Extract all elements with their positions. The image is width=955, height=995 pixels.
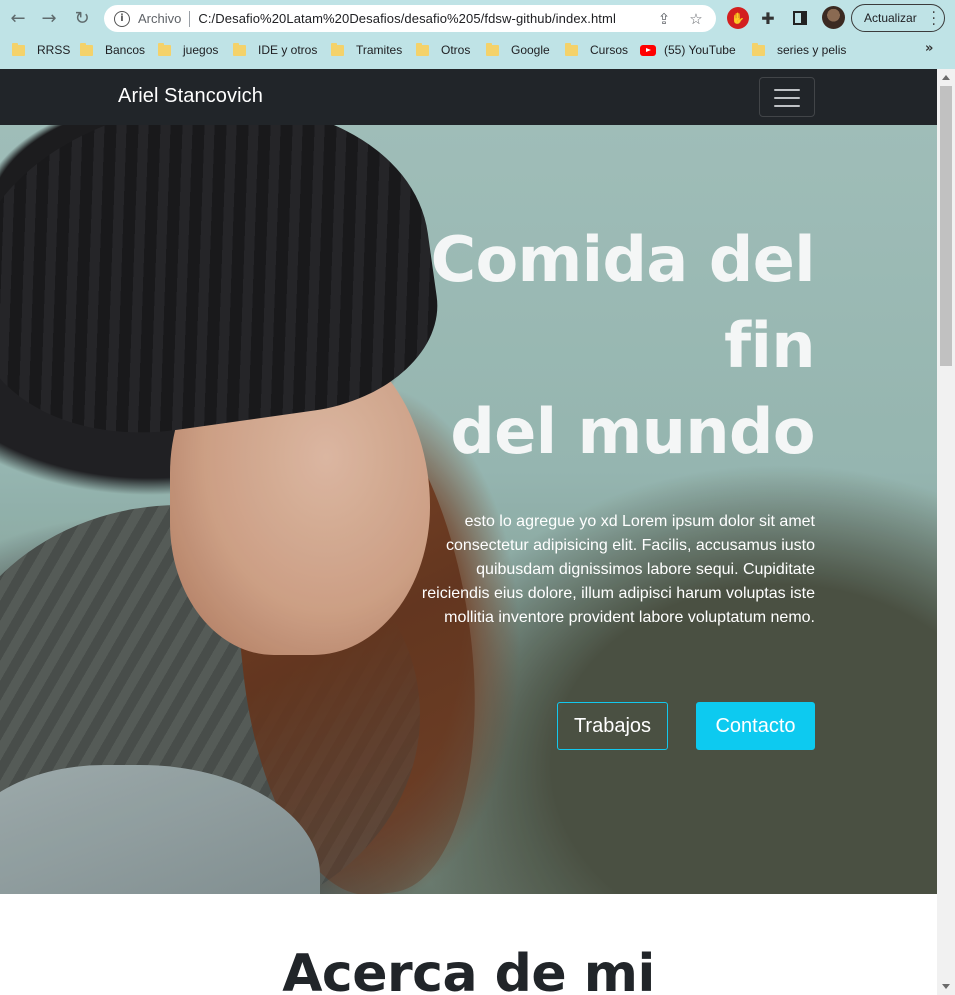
address-url[interactable]: C:/Desafio%20Latam%20Desafios/desafio%20… — [198, 11, 616, 26]
hero-title-line: fin — [724, 309, 815, 382]
update-button[interactable]: Actualizar · · · — [851, 4, 945, 32]
folder-icon — [233, 42, 246, 56]
navbar-brand[interactable]: Ariel Stancovich — [118, 85, 263, 108]
bookmark-label: Otros — [441, 43, 471, 57]
hero-title-line: Comida del — [430, 223, 816, 296]
kebab-menu-icon[interactable]: · · · — [932, 6, 936, 32]
bookmark-youtube[interactable]: (55) YouTube — [640, 41, 736, 59]
scrollbar-thumb[interactable] — [940, 86, 952, 366]
bookmark-ide[interactable]: IDE y otros — [233, 41, 317, 59]
side-panel-icon[interactable] — [789, 7, 811, 29]
bookmark-label: Tramites — [356, 43, 403, 57]
folder-icon — [331, 42, 344, 56]
reload-icon[interactable]: ↻ — [71, 7, 93, 29]
address-separator — [189, 10, 191, 27]
folder-icon — [80, 42, 93, 56]
bookmark-bancos[interactable]: Bancos — [80, 41, 145, 59]
info-icon[interactable]: i — [114, 10, 130, 27]
hero-title: Comida del fin del mundo — [380, 217, 816, 475]
bookmark-label: IDE y otros — [258, 43, 318, 57]
bookmark-google[interactable]: Google — [486, 41, 550, 59]
bookmark-rrss[interactable]: RRSS — [12, 41, 70, 59]
folder-icon — [565, 42, 578, 56]
arrow-left-icon[interactable]: ← — [7, 7, 29, 29]
browser-chrome: ← → ↻ i Archivo C:/Desafio%20Latam%20Des… — [0, 0, 955, 69]
hero-title-line: del mundo — [450, 395, 815, 468]
bookmark-juegos[interactable]: juegos — [158, 41, 218, 59]
star-icon[interactable]: ☆ — [686, 9, 706, 29]
bookmark-series[interactable]: series y pelis — [752, 41, 846, 59]
address-bar[interactable]: i Archivo C:/Desafio%20Latam%20Desafios/… — [104, 5, 716, 32]
bookmark-label: juegos — [183, 43, 219, 57]
page-scrollbar[interactable] — [937, 69, 955, 995]
avatar[interactable] — [822, 6, 845, 29]
bookmark-label: Bancos — [105, 43, 146, 57]
scroll-down-icon[interactable] — [942, 984, 950, 989]
bookmark-label: Google — [511, 43, 550, 57]
bookmark-label: RRSS — [37, 43, 71, 57]
folder-icon — [158, 42, 171, 56]
folder-icon — [752, 42, 765, 56]
bookmark-otros[interactable]: Otros — [416, 41, 470, 59]
block-extension-icon[interactable]: ✋ — [727, 7, 749, 29]
about-section-title: Acerca de mi — [282, 944, 655, 995]
bookmark-tramites[interactable]: Tramites — [331, 41, 402, 59]
hamburger-icon — [774, 89, 800, 91]
browser-toolbar: ← → ↻ i Archivo C:/Desafio%20Latam%20Des… — [0, 0, 955, 36]
share-icon[interactable]: ⇪ — [654, 9, 674, 29]
folder-icon — [416, 42, 429, 56]
folder-icon — [12, 42, 25, 56]
bookmark-label: series y pelis — [777, 43, 847, 57]
hero-section: Comida del fin del mundo esto lo agregue… — [0, 125, 937, 894]
bookmark-label: Cursos — [590, 43, 629, 57]
update-button-label: Actualizar — [864, 11, 917, 25]
hero-description: esto lo agregue yo xd Lorem ipsum dolor … — [421, 513, 815, 626]
site-navbar: Ariel Stancovich — [0, 69, 937, 125]
works-button[interactable]: Trabajos — [557, 702, 668, 750]
page-viewport: Ariel Stancovich Comida del fin del mund… — [0, 69, 937, 995]
arrow-right-icon[interactable]: → — [38, 7, 60, 29]
bookmarks-bar: RRSS Bancos juegos IDE y otros Tramites … — [0, 37, 955, 63]
contact-button[interactable]: Contacto — [696, 702, 815, 750]
address-scheme-label: Archivo — [138, 11, 182, 26]
youtube-icon — [640, 44, 656, 56]
scroll-up-icon[interactable] — [942, 75, 950, 80]
bookmark-cursos[interactable]: Cursos — [565, 41, 628, 59]
bookmark-label: (55) YouTube — [664, 43, 736, 57]
folder-icon — [486, 42, 499, 56]
puzzle-icon[interactable]: ✚ — [757, 7, 779, 29]
bookmarks-overflow-icon[interactable]: » — [925, 41, 933, 56]
navbar-toggler-button[interactable] — [759, 77, 815, 117]
